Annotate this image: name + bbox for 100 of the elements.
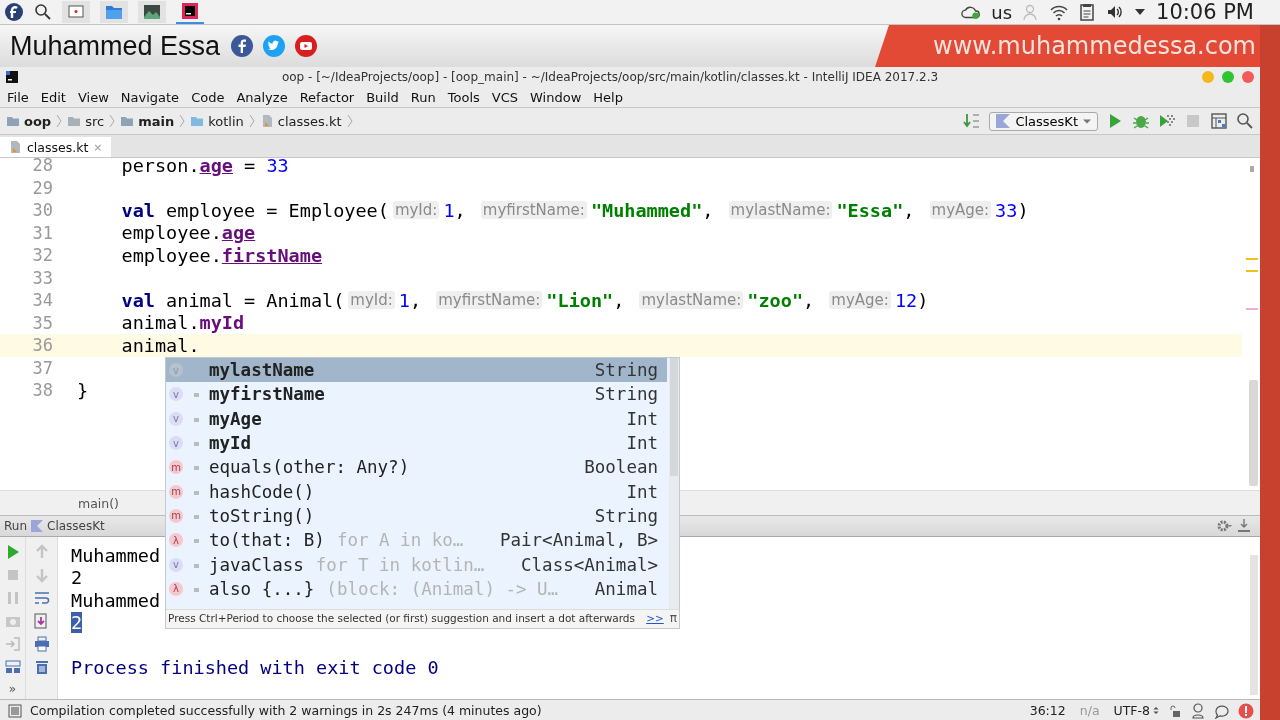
code-breadcrumb[interactable]: main() <box>78 495 119 511</box>
window-title: oop - [~/IdeaProjects/oop] - [oop_main] - ~/IdeaProjects/oop/src/main/kotlin/classes.kt - IntelliJ IDEA 2017.2.3 <box>280 70 940 84</box>
completion-item[interactable]: v myfirstName String <box>166 382 667 407</box>
inspector-icon[interactable] <box>1190 702 1206 719</box>
chevron-icon <box>179 114 186 128</box>
project-structure-icon[interactable] <box>1210 112 1228 130</box>
encoding-selector[interactable]: UTF-8 <box>1113 703 1160 718</box>
scroll-to-end-icon[interactable] <box>33 613 50 629</box>
console-output-line: Process finished with exit code 0 <box>71 657 439 679</box>
menu-item[interactable]: Code <box>185 89 231 105</box>
code-line: employee.age <box>120 222 256 244</box>
chevron-icon <box>56 114 63 128</box>
breadcrumb-item[interactable]: oop <box>6 113 52 129</box>
console-output-line: Muhammed <box>71 589 161 611</box>
info-marker[interactable] <box>1246 308 1258 310</box>
sort-icon[interactable] <box>963 112 982 130</box>
file-icon <box>8 140 22 154</box>
menu-item[interactable]: View <box>71 89 115 105</box>
completion-item[interactable]: λ to(that: B) for A in ko… Pair<Animal, B> <box>166 528 667 553</box>
completion-item[interactable]: m toString() String <box>166 503 667 529</box>
folder-icon <box>6 114 20 128</box>
breadcrumb-item[interactable]: main <box>120 113 175 129</box>
menu-item[interactable]: Refactor <box>293 89 361 105</box>
editor-tab[interactable]: classes.kt × <box>0 137 111 157</box>
close-button[interactable] <box>1242 71 1254 83</box>
pin-button[interactable]: π <box>669 611 677 625</box>
wifi-icon[interactable] <box>1050 3 1068 21</box>
panel-toggle-icon[interactable] <box>8 703 22 718</box>
ide-icon[interactable] <box>176 0 204 24</box>
code-line: val animal = Animal( myId: 1, myfirstName: "Lion", mylastName: "zoo", myAge: 12) <box>120 289 929 311</box>
menu-item[interactable]: Window <box>524 89 588 105</box>
fedora-logo[interactable] <box>4 2 24 22</box>
completion-item[interactable]: m hashCode() Int <box>166 479 667 504</box>
updown-icon <box>1152 706 1160 715</box>
caret-position[interactable]: 36:12 <box>1029 703 1066 718</box>
image-icon[interactable] <box>138 1 166 23</box>
trash-icon[interactable] <box>33 659 50 675</box>
lock-icon <box>192 536 200 545</box>
print-icon[interactable] <box>33 636 50 652</box>
run-tab[interactable]: ClassesKt <box>47 519 105 533</box>
line-number: 34 <box>31 290 53 311</box>
hide-icon[interactable] <box>1236 518 1252 534</box>
breadcrumb-item[interactable]: classes.kt <box>259 113 342 129</box>
search-icon[interactable] <box>34 3 52 21</box>
completion-item[interactable]: λ also {...} (block: (Animal) -> U… Animal <box>166 576 667 601</box>
keyboard-layout[interactable]: us <box>991 1 1012 23</box>
warning-marker[interactable] <box>1246 258 1258 260</box>
menu-item[interactable]: Navigate <box>114 89 186 105</box>
menu-item[interactable]: Edit <box>34 89 72 105</box>
soft-wrap-icon[interactable] <box>33 590 50 606</box>
completion-item[interactable]: m equals(other: Any?) Boolean <box>166 455 667 480</box>
breadcrumb-item[interactable]: src <box>67 113 105 129</box>
line-number: 33 <box>31 267 53 288</box>
chevron-icon <box>346 114 353 128</box>
screen-icon[interactable] <box>62 1 90 23</box>
scrollbar-thumb[interactable] <box>1249 380 1258 486</box>
menu-item[interactable]: Tools <box>441 89 486 105</box>
more-button[interactable]: » <box>8 682 17 696</box>
completion-item[interactable]: v myAge Int <box>166 406 667 431</box>
scrollbar-track[interactable] <box>1250 555 1258 695</box>
menu-item[interactable]: Build <box>360 89 405 105</box>
maximize-button[interactable] <box>1222 71 1234 83</box>
folder-icon <box>67 114 82 128</box>
code-line: animal. <box>120 334 200 356</box>
down-arrow-icon[interactable] <box>33 567 50 583</box>
clock[interactable]: 10:06 PM <box>1156 0 1254 24</box>
menu-item[interactable]: Run <box>404 89 442 105</box>
folder-icon <box>120 114 135 128</box>
twitter-icon <box>262 34 287 58</box>
app-icon <box>6 71 18 83</box>
clipboard-icon[interactable] <box>1078 3 1096 21</box>
line-number: 37 <box>31 357 53 378</box>
youtube-icon <box>294 34 319 58</box>
kotlin-icon <box>996 114 1011 128</box>
lock-icon <box>192 390 200 399</box>
error-icon[interactable] <box>1238 702 1254 719</box>
scrollbar-thumb[interactable] <box>670 358 678 476</box>
menu-item[interactable]: File <box>1 89 35 105</box>
user-icon[interactable] <box>1022 3 1040 21</box>
more-link[interactable]: >> <box>646 612 664 624</box>
menu-item[interactable]: VCS <box>485 89 525 105</box>
settings-icon[interactable] <box>1216 518 1232 534</box>
exit-icon[interactable] <box>4 636 21 652</box>
completion-item[interactable]: v myId Int <box>166 430 667 456</box>
breadcrumb-item[interactable]: kotlin <box>190 113 244 129</box>
lock-icon[interactable] <box>1168 703 1182 718</box>
warning-marker[interactable] <box>1246 270 1258 272</box>
folder-icon <box>190 114 205 128</box>
menu-item[interactable]: Analyze <box>230 89 294 105</box>
layout-icon[interactable] <box>4 659 21 675</box>
line-number: 36 <box>31 335 53 356</box>
coverage-icon[interactable] <box>1158 112 1176 130</box>
line-number: 28 <box>31 158 53 176</box>
menu-item[interactable]: Help <box>587 89 629 105</box>
line-number: 31 <box>31 222 53 243</box>
chat-icon[interactable] <box>1214 702 1230 719</box>
run-configuration-dropdown[interactable]: ClassesKt <box>989 111 1098 131</box>
folder-icon[interactable] <box>100 1 128 23</box>
search-icon[interactable] <box>1236 112 1254 130</box>
completion-item[interactable]: v javaClass for T in kotlin… Class<Animal> <box>166 552 667 577</box>
